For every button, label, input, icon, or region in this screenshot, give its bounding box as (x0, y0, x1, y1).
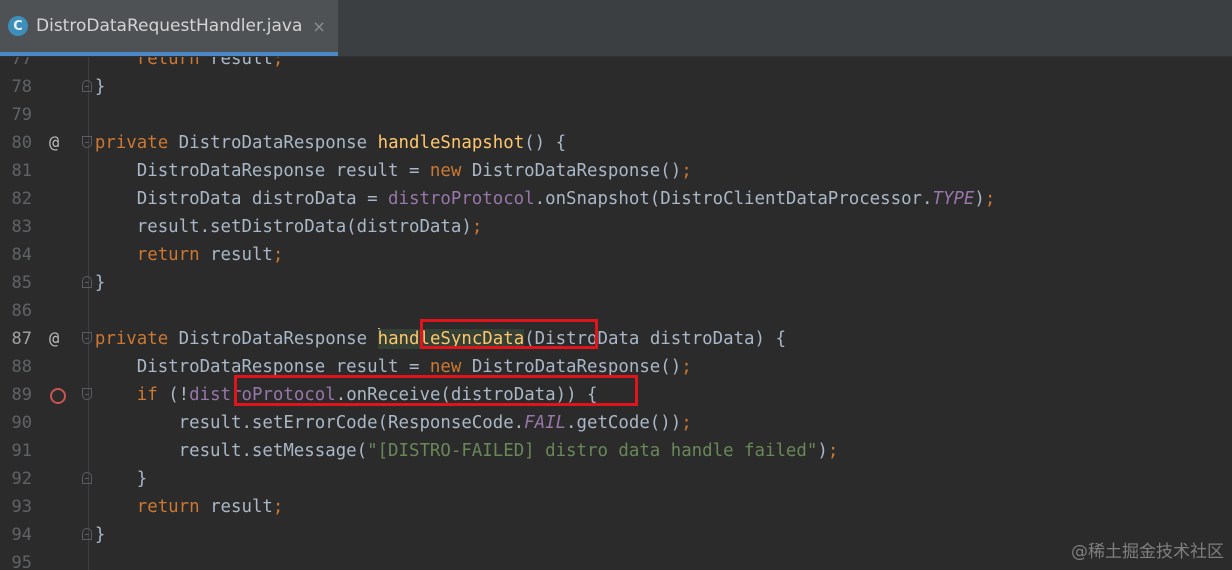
line-number: 86 (11, 301, 32, 321)
highlight-box-on-receive (234, 375, 638, 406)
watermark: @稀土掘金技术社区 (1071, 542, 1224, 562)
code-text: } (53, 77, 106, 97)
code-line[interactable]: 91 result.setMessage("[DISTRO-FAILED] di… (0, 437, 1232, 465)
editor-tab-bar: C DistroDataRequestHandler.java × (0, 0, 1232, 57)
line-number: 92 (11, 469, 32, 489)
line-number: 95 (11, 553, 32, 570)
highlight-box-handle-sync-data (420, 319, 598, 349)
code-line[interactable]: 95 (0, 549, 1232, 570)
code-line[interactable]: 86 (0, 297, 1232, 325)
code-line[interactable]: 93 return result; (0, 493, 1232, 521)
line-number: 77 (11, 57, 32, 69)
code-line[interactable]: 77 return result; (0, 57, 1232, 73)
code-text: return result; (136, 497, 284, 517)
code-text: } (53, 273, 106, 293)
code-text: DistroData distroData = distroProtocol.o… (53, 189, 996, 209)
line-number: 87 (11, 329, 32, 349)
code-line[interactable]: 80 @ private DistroDataResponse handleSna… (0, 129, 1232, 157)
code-line[interactable]: 94 } (0, 521, 1232, 549)
tab-distro-data-request-handler[interactable]: C DistroDataRequestHandler.java × (0, 0, 338, 56)
line-number: 91 (11, 441, 32, 461)
line-number: 78 (11, 77, 32, 97)
line-number: 90 (11, 413, 32, 433)
code-line[interactable]: 85 } (0, 269, 1232, 297)
code-text: result.setErrorCode(ResponseCode.FAIL.ge… (53, 413, 692, 433)
code-text: DistroDataResponse result = new DistroDa… (53, 161, 692, 181)
code-line[interactable]: 82 DistroData distroData = distroProtoco… (0, 185, 1232, 213)
code-line[interactable]: 90 result.setErrorCode(ResponseCode.FAIL… (0, 409, 1232, 437)
line-number: 84 (11, 245, 32, 265)
line-number: 85 (11, 273, 32, 293)
line-number: 83 (11, 217, 32, 237)
line-number: 93 (11, 497, 32, 517)
code-text: return result; (136, 245, 284, 265)
code-line[interactable]: 79 (0, 101, 1232, 129)
code-line[interactable]: 84 return result; (0, 241, 1232, 269)
code-text: } (53, 469, 148, 489)
code-text: result.setDistroData(distroData); (53, 217, 483, 237)
code-line[interactable]: 92 } (0, 465, 1232, 493)
code-editor[interactable]: 77 return result; 78 } 79 80 @ private Distr… (0, 57, 1232, 570)
code-line[interactable]: 87 @ private DistroDataResponse handleSyn… (0, 325, 1232, 353)
line-number: 82 (11, 189, 32, 209)
code-line[interactable]: 78 } (0, 73, 1232, 101)
code-text: result.setMessage("[DISTRO-FAILED] distr… (53, 441, 839, 461)
code-text: } (53, 525, 106, 545)
tab-title: DistroDataRequestHandler.java (36, 16, 303, 36)
code-text: private DistroDataResponse handleSnapsho… (94, 133, 567, 153)
line-number: 88 (11, 357, 32, 377)
line-number: 80 (11, 133, 32, 153)
java-class-icon: C (8, 16, 28, 36)
line-number: 81 (11, 161, 32, 181)
line-number: 94 (11, 525, 32, 545)
code-text: return result; (136, 57, 284, 69)
close-icon[interactable]: × (312, 17, 325, 36)
line-number: 79 (11, 105, 32, 125)
line-number: 89 (11, 385, 32, 405)
code-line[interactable]: 81 DistroDataResponse result = new Distr… (0, 157, 1232, 185)
code-line[interactable]: 83 result.setDistroData(distroData); (0, 213, 1232, 241)
